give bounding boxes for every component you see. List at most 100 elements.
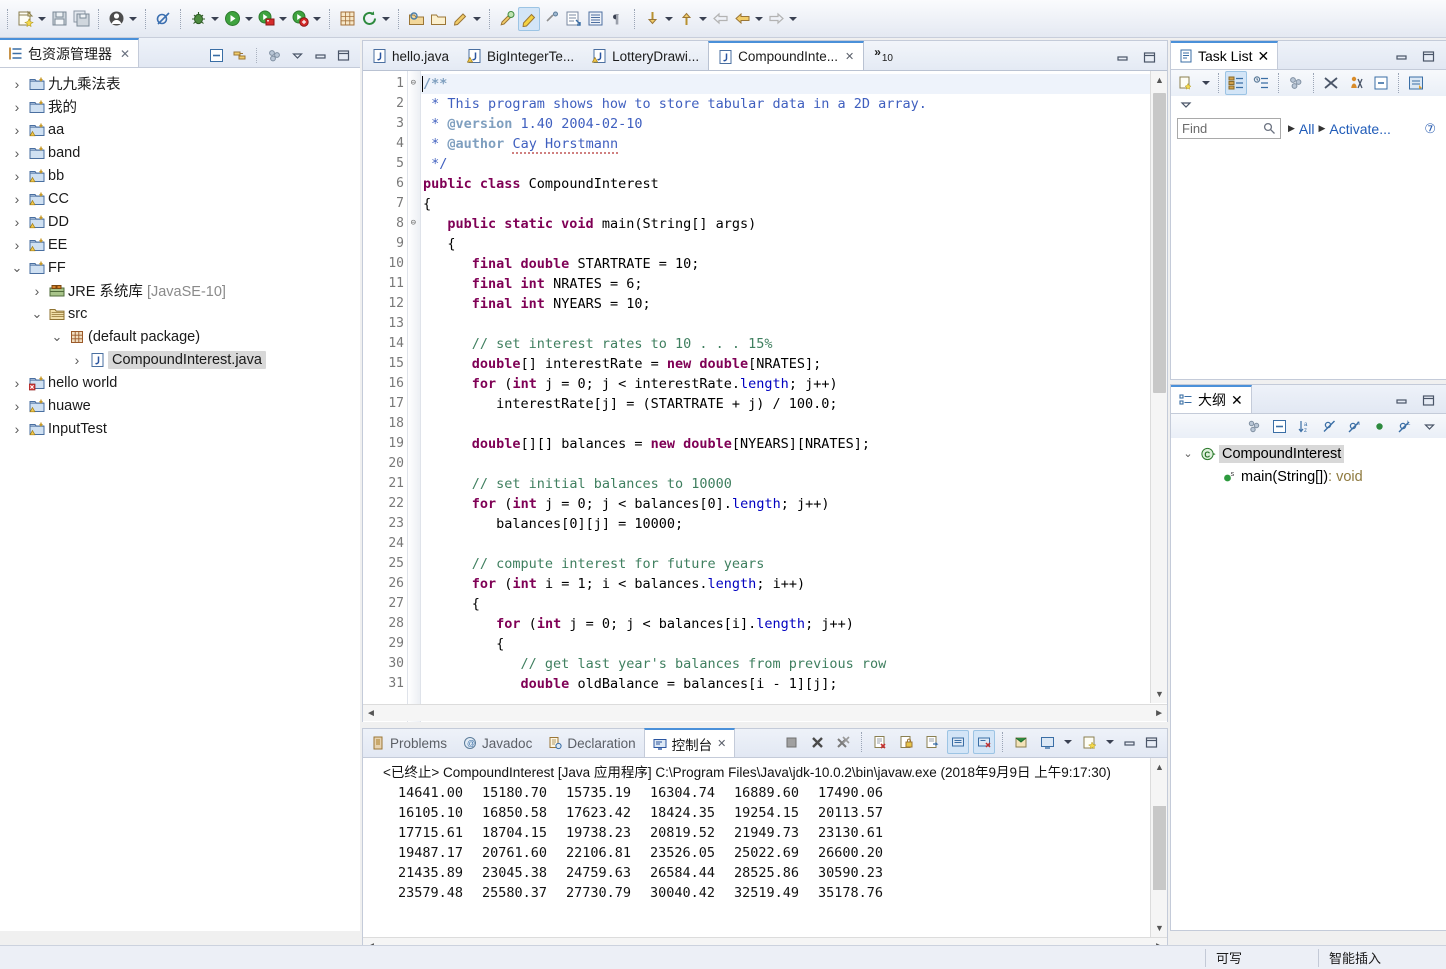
collapse-all-icon[interactable] [1370,71,1392,95]
hide-static-icon[interactable]: s [1345,417,1363,435]
maximize-icon[interactable] [1142,733,1160,751]
code-line[interactable]: { [421,594,1167,614]
skip-breakpoints-icon[interactable] [152,7,174,31]
minimize-icon[interactable] [1392,47,1410,65]
code-line[interactable]: */ [421,154,1167,174]
open-task-icon[interactable] [427,7,449,31]
console-tab-problems[interactable]: Problems [363,729,455,757]
tree-item-default-package[interactable]: ⌄ (default package) [0,325,360,348]
tab-outline[interactable]: 大纲 ✕ [1171,385,1252,413]
code-line[interactable] [421,414,1167,434]
hide-fields-icon[interactable] [1320,417,1338,435]
console-tab-declaration[interactable]: Declaration [540,729,643,757]
next-annotation-icon[interactable] [562,7,584,31]
chevron-right-icon[interactable]: › [8,145,26,161]
minimize-icon[interactable] [1113,48,1131,66]
fold-toggle-icon[interactable]: ⊖ [405,218,416,229]
code-line[interactable]: * @author Cay Horstmann [421,134,1167,154]
debug-icon[interactable] [187,7,209,31]
run-dropdown[interactable] [243,7,255,31]
editor-tab-hello-java[interactable]: hello.java [363,42,458,70]
pin-console-icon[interactable] [1010,730,1032,754]
maximize-icon[interactable] [1140,48,1158,66]
code-line[interactable]: for (int i = 1; i < balances.length; i++… [421,574,1167,594]
new-java-project-icon[interactable] [336,7,358,31]
coverage-icon[interactable] [289,7,311,31]
scroll-down-icon[interactable]: ▼ [1151,919,1168,937]
show-console-on-output-icon[interactable] [947,730,969,754]
new-task-icon[interactable] [1175,71,1197,95]
code-line[interactable]: for (int j = 0; j < balances[0].length; … [421,494,1167,514]
scroll-thumb[interactable] [1153,93,1166,393]
find-input[interactable]: Find [1177,118,1281,139]
tree-item-dd[interactable]: › DD [0,210,360,233]
synchronize-icon[interactable] [1405,71,1427,95]
scheduled-mode-icon[interactable] [1250,71,1272,95]
view-menu-icon[interactable] [1420,417,1438,435]
code-line[interactable]: // compute interest for future years [421,554,1167,574]
chevron-right-icon[interactable]: › [28,283,46,299]
minimize-icon[interactable] [1120,733,1138,751]
minimize-icon[interactable] [1392,391,1410,409]
code-line[interactable]: * This program shows how to store tabula… [421,94,1167,114]
scroll-thumb[interactable] [1153,806,1166,890]
show-console-on-error-icon[interactable] [973,730,995,754]
refresh-dropdown[interactable] [380,7,392,31]
close-icon[interactable]: ✕ [120,47,130,61]
focus-on-workweek-icon[interactable] [1285,71,1307,95]
code-line[interactable]: { [421,194,1167,214]
view-menu-icon[interactable] [1177,96,1195,114]
code-line[interactable]: for (int j = 0; j < interestRate.length;… [421,374,1167,394]
scroll-lock-icon[interactable] [895,730,917,754]
code-line[interactable]: public class CompoundInterest [421,174,1167,194]
categorized-mode-icon[interactable] [1225,71,1247,95]
code-editor[interactable]: 1 ⊖ 2 3 4 5 6 7 8 ⊖ 9 10 11 12 13 14 15 16 17 18 19 20 21 22 23 2… [363,71,1167,722]
chevron-right-icon[interactable]: › [8,398,26,414]
code-line[interactable]: for (int j = 0; j < balances[i].length; … [421,614,1167,634]
tree-item-band[interactable]: › band [0,141,360,164]
breadcrumb[interactable]: ▶ All ▶ Activate... [1288,121,1391,137]
chevron-right-icon[interactable]: › [8,168,26,184]
outline-tree[interactable]: ⌄CCompoundInterest›smain(String[]) : voi… [1171,438,1446,488]
editor-tab-overflow[interactable]: » 10 [864,42,901,70]
focus-icon[interactable] [1245,417,1263,435]
tab-task-list[interactable]: Task List ✕ [1171,41,1279,69]
chevron-right-icon[interactable]: › [8,375,26,391]
open-console-icon[interactable] [1078,730,1100,754]
remove-launch-icon[interactable] [806,730,828,754]
prev-edit-dropdown[interactable] [697,7,709,31]
tree-item-hello-world[interactable]: › hello world [0,371,360,394]
code-line[interactable]: // set interest rates to 10 . . . 15% [421,334,1167,354]
prev-edit-icon[interactable] [675,7,697,31]
tree-item-aa[interactable]: › aa [0,118,360,141]
code-line[interactable]: { [421,234,1167,254]
display-selected-console-icon[interactable] [1036,730,1058,754]
view-menu-focus-icon[interactable] [265,46,283,64]
source-code[interactable]: /** * This program shows how to store ta… [421,71,1167,722]
code-line[interactable]: interestRate[j] = (STARTRATE + j) / 100.… [421,394,1167,414]
tree-item-bb[interactable]: › bb [0,164,360,187]
close-icon[interactable]: ✕ [717,737,726,750]
show-whitespace-icon[interactable] [584,7,606,31]
outline-item[interactable]: ⌄ C CompoundInterest [1171,442,1446,465]
tree-item-[interactable]: › 九九乘法表 [0,72,360,95]
display-console-dropdown[interactable] [1062,730,1074,754]
code-line[interactable]: public static void main(String[] args) [421,214,1167,234]
chevron-down-icon[interactable]: ⌄ [48,329,66,345]
new-task-dropdown[interactable] [1200,71,1212,95]
code-line[interactable]: final int NRATES = 6; [421,274,1167,294]
tree-item-ee[interactable]: › EE [0,233,360,256]
search-icon[interactable] [496,7,518,31]
coverage-dropdown[interactable] [311,7,323,31]
code-line[interactable]: // get last year's balances from previou… [421,654,1167,674]
collapse-all-icon[interactable] [207,46,225,64]
scroll-left-icon[interactable]: ◄ [366,708,376,719]
maximize-icon[interactable] [1419,391,1437,409]
new-wizard-dropdown[interactable] [36,7,48,31]
tree-item-huawe[interactable]: › huawe [0,394,360,417]
chevron-right-icon[interactable]: › [8,191,26,207]
code-line[interactable]: // set initial balances to 10000 [421,474,1167,494]
save-all-icon[interactable] [70,7,92,31]
code-line[interactable]: double[][] balances = new double[NYEARS]… [421,434,1167,454]
word-wrap-icon[interactable] [921,730,943,754]
